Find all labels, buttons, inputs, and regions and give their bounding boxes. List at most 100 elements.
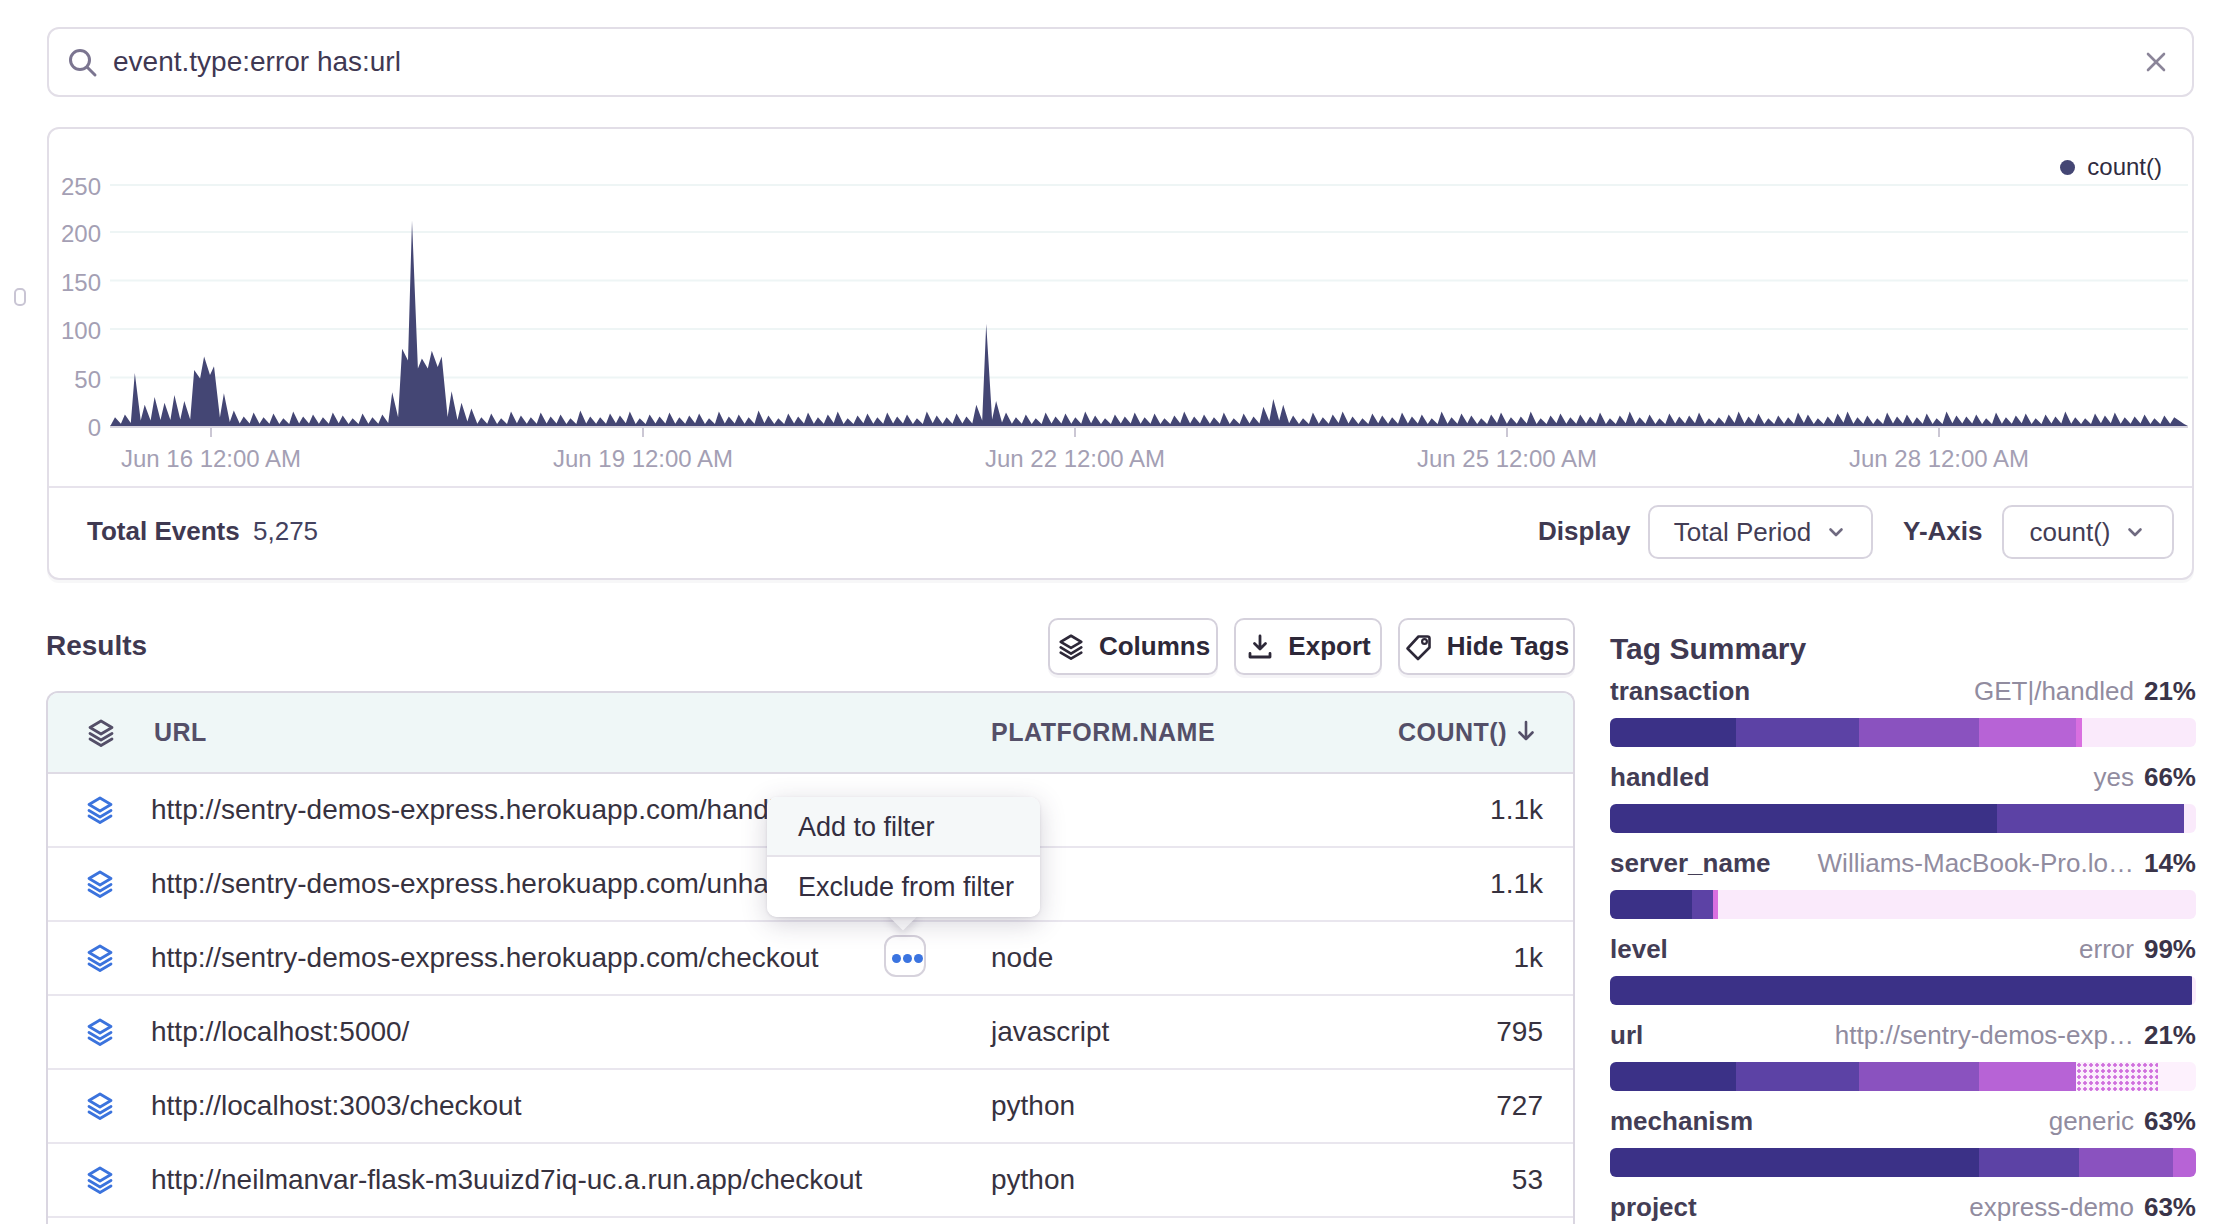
tag-bar-segment[interactable]: [1610, 1148, 1979, 1177]
table-row[interactable]: http://sentry-demos-express.herokuapp.co…: [48, 922, 1573, 996]
url-cell[interactable]: http://sentry-demos-express.herokuapp.co…: [151, 774, 806, 846]
sort-desc-icon[interactable]: [1511, 717, 1541, 747]
tag-bar-segment[interactable]: [1610, 890, 1692, 919]
results-title: Results: [46, 630, 147, 662]
layers-icon: [84, 942, 116, 974]
table-row[interactable]: http://neilmanvar-flask-m3uuizd7iq-uc.a.…: [48, 1144, 1573, 1218]
tag-top-value: GET|/handled21%: [1974, 676, 2196, 707]
search-icon: [66, 46, 100, 80]
tag-key: handled: [1610, 762, 1710, 793]
x-axis-label: Jun 25 12:00 AM: [1387, 445, 1627, 473]
count-cell[interactable]: 53: [1248, 1144, 1543, 1216]
tag-bar-segment[interactable]: [1997, 804, 2185, 833]
tag-top-value: http://sentry-demos-exp…21%: [1835, 1020, 2196, 1051]
sidebar-collapse-icon[interactable]: [14, 288, 26, 306]
url-cell[interactable]: http://localhost:5000/: [151, 996, 409, 1068]
count-cell[interactable]: 795: [1248, 996, 1543, 1068]
count-cell[interactable]: 1.1k: [1248, 774, 1543, 846]
tag-bar-segment[interactable]: [1859, 718, 1979, 747]
tag-bar-segment[interactable]: [1718, 890, 2196, 919]
url-cell[interactable]: http://localhost:3003/checkout: [151, 1070, 521, 1142]
layers-icon: [84, 1016, 116, 1048]
tag-bar-segment[interactable]: [1610, 718, 1736, 747]
layers-icon: [1056, 632, 1086, 662]
tag-bar-segment[interactable]: [1736, 1062, 1859, 1091]
tag-bar-segment[interactable]: [1979, 1062, 2076, 1091]
tag-bar: [1610, 1062, 2196, 1091]
export-button[interactable]: Export: [1234, 618, 1382, 675]
tag-key: url: [1610, 1020, 1643, 1051]
platform-cell[interactable]: python: [991, 1144, 1075, 1216]
chevron-down-icon: [2124, 521, 2146, 543]
platform-cell[interactable]: python: [991, 1070, 1075, 1142]
tag-bar-segment[interactable]: [2079, 1148, 2173, 1177]
hide-tags-button[interactable]: Hide Tags: [1398, 618, 1575, 675]
tag-icon: [1404, 632, 1434, 662]
tag-bar-segment[interactable]: [1610, 804, 1997, 833]
columns-button[interactable]: Columns: [1048, 618, 1218, 675]
count-cell[interactable]: 1.1k: [1248, 848, 1543, 920]
column-header-platform[interactable]: PLATFORM.NAME: [991, 693, 1215, 772]
x-axis-label: Jun 16 12:00 AM: [91, 445, 331, 473]
x-axis-label: Jun 22 12:00 AM: [955, 445, 1195, 473]
search-input[interactable]: event.type:error has:url: [113, 29, 401, 95]
tag-bar-segment[interactable]: [1979, 1148, 2079, 1177]
menu-item-add-to-filter[interactable]: Add to filter: [767, 797, 1040, 857]
display-select[interactable]: Total Period: [1648, 505, 1873, 559]
platform-cell[interactable]: javascript: [991, 996, 1109, 1068]
tag-summary-row: url http://sentry-demos-exp…21%: [1610, 1020, 2196, 1106]
clear-search-icon[interactable]: [2142, 48, 2170, 76]
column-header-layers-icon[interactable]: [85, 717, 117, 749]
yaxis-label: Y-Axis: [1903, 516, 1983, 547]
tag-bar-segment[interactable]: [1692, 890, 1713, 919]
tag-summary-row: level error99%: [1610, 934, 2196, 1020]
tag-bar-segment[interactable]: [1610, 976, 2192, 1005]
table-row[interactable]: http://localhost:5000/ javascript 795: [48, 996, 1573, 1070]
yaxis-select[interactable]: count(): [2002, 505, 2174, 559]
tag-top-value: yes66%: [2093, 762, 2196, 793]
search-bar[interactable]: event.type:error has:url: [47, 27, 2194, 97]
chevron-down-icon: [1825, 521, 1847, 543]
table-row[interactable]: http://localhost:3003/checkout python 72…: [48, 1070, 1573, 1144]
column-header-url[interactable]: URL: [154, 693, 207, 772]
tag-bar-segment[interactable]: [2173, 1148, 2196, 1177]
url-cell[interactable]: http://neilmanvar-flask-m3uuizd7iq-uc.a.…: [151, 1144, 862, 1216]
tag-bar-segment[interactable]: [2076, 1062, 2158, 1091]
platform-cell[interactable]: node: [991, 922, 1053, 994]
tag-summary-title: Tag Summary: [1610, 632, 1806, 666]
tag-bar-segment[interactable]: [1859, 1062, 1979, 1091]
tag-bar: [1610, 890, 2196, 919]
download-icon: [1245, 632, 1275, 662]
tag-bar-segment[interactable]: [1736, 718, 1859, 747]
layers-icon: [84, 1164, 116, 1196]
cell-actions-button[interactable]: [884, 935, 926, 977]
url-cell[interactable]: http://sentry-demos-express.herokuapp.co…: [151, 922, 819, 994]
count-cell[interactable]: 727: [1248, 1070, 1543, 1142]
url-cell[interactable]: http://sentry-demos-express.herokuapp.co…: [151, 848, 837, 920]
tag-bar-segment[interactable]: [2192, 976, 2196, 1005]
layers-icon: [84, 794, 116, 826]
y-axis-label: 50: [49, 366, 101, 394]
results-table: URL PLATFORM.NAME COUNT() http://sentry-…: [46, 691, 1575, 1224]
tag-top-value: generic63%: [2049, 1106, 2196, 1137]
display-label: Display: [1538, 516, 1631, 547]
tag-bar-segment[interactable]: [2082, 718, 2196, 747]
tag-bar-segment[interactable]: [1610, 1062, 1736, 1091]
chart-panel: count() 050100150200250 Jun 16 12:00 AMJ…: [47, 127, 2194, 580]
column-header-count[interactable]: COUNT(): [1398, 693, 1507, 772]
chart-legend[interactable]: count(): [2060, 153, 2162, 181]
tag-key: mechanism: [1610, 1106, 1753, 1137]
tag-key: level: [1610, 934, 1668, 965]
menu-item-exclude-from-filter[interactable]: Exclude from filter: [767, 857, 1040, 917]
tag-summary-row: project express-demo63%: [1610, 1192, 2196, 1224]
tag-bar: [1610, 976, 2196, 1005]
tag-summary-row: handled yes66%: [1610, 762, 2196, 848]
tag-bar-segment[interactable]: [2158, 1062, 2196, 1091]
layers-icon: [84, 868, 116, 900]
tag-bar-segment[interactable]: [2184, 804, 2196, 833]
tag-summary-row: server_name Williams-MacBook-Pro.lo…14%: [1610, 848, 2196, 934]
count-cell[interactable]: 1k: [1248, 922, 1543, 994]
tag-top-value: error99%: [2079, 934, 2196, 965]
legend-dot-icon: [2060, 160, 2075, 175]
tag-bar-segment[interactable]: [1979, 718, 2076, 747]
